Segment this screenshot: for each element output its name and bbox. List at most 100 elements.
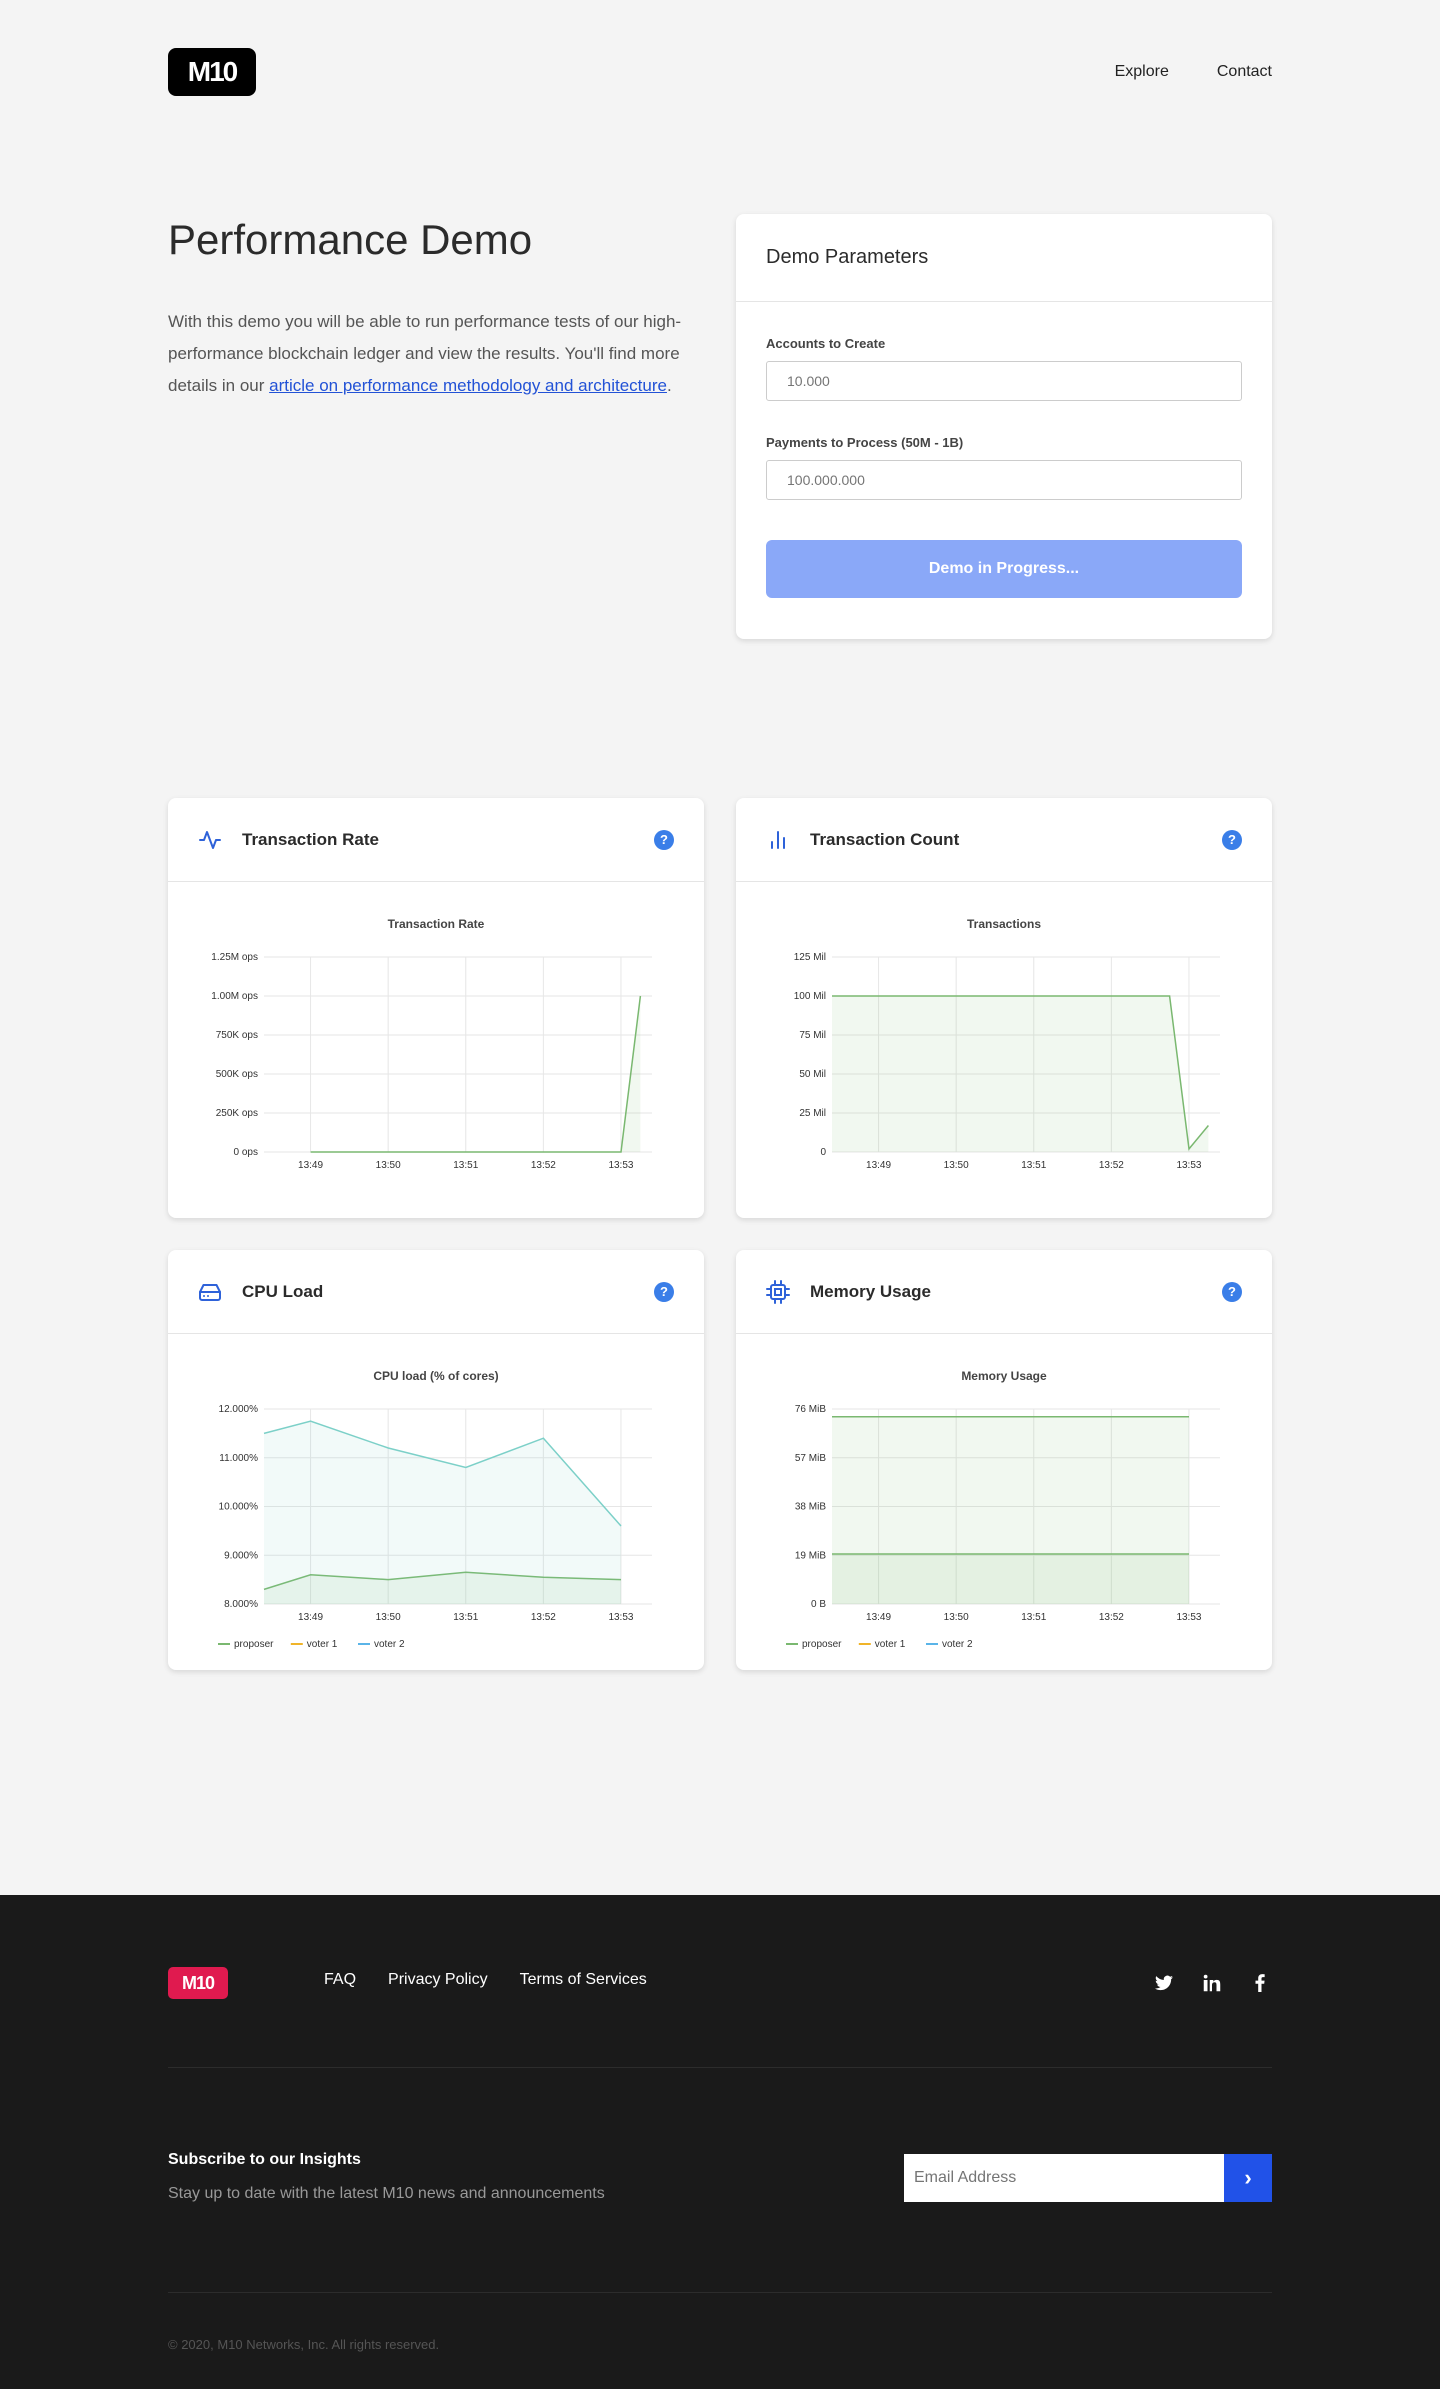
transaction-rate-card: Transaction Rate ? Transaction Rate 0 ops… <box>168 798 704 1218</box>
copyright-text: © 2020, M10 Networks, Inc. All rights re… <box>168 2337 440 2352</box>
m10-logo[interactable]: M10 <box>168 48 256 96</box>
y-tick-label: 11.000% <box>219 1453 258 1464</box>
transaction-rate-chart: Transaction Rate 0 ops 250K ops 500K ops 750… <box>211 917 652 1171</box>
linkedin-icon[interactable] <box>1200 1971 1224 1995</box>
y-tick-label: 750K ops <box>216 1030 258 1041</box>
transaction-count-card: Transaction Count ? Transactions 0 25 Mil 5… <box>736 798 1272 1218</box>
x-tick-label: 13:49 <box>298 1160 323 1171</box>
x-tick-label: 13:49 <box>866 1160 891 1171</box>
hero-description: With this demo you will be able to run p… <box>168 306 708 402</box>
accounts-label: Accounts to Create <box>766 336 886 351</box>
site-footer: M10 FAQ Privacy Policy Terms of Services… <box>0 1895 1440 2389</box>
footer-terms-link[interactable]: Terms of Services <box>520 1971 647 1989</box>
y-tick-label: 25 Mil <box>799 1108 826 1119</box>
x-tick-label: 13:50 <box>376 1612 401 1623</box>
social-links <box>1152 1971 1272 1995</box>
y-tick-label: 76 MiB <box>795 1404 826 1415</box>
x-tick-label: 13:53 <box>1176 1160 1201 1171</box>
x-tick-label: 13:53 <box>608 1612 633 1623</box>
legend-label: voter 2 <box>942 1639 973 1650</box>
legend-label: voter 1 <box>875 1639 906 1650</box>
y-tick-label: 1.25M ops <box>211 952 258 963</box>
help-icon[interactable]: ? <box>1222 829 1242 850</box>
y-tick-label: 50 Mil <box>799 1069 826 1080</box>
x-tick-label: 13:49 <box>298 1612 323 1623</box>
hard-drive-icon <box>198 1280 222 1304</box>
chart-title: Transaction Rate <box>388 917 485 931</box>
series-area <box>264 1421 621 1604</box>
legend-label: proposer <box>234 1639 274 1650</box>
y-tick-label: 19 MiB <box>795 1550 826 1561</box>
series-area <box>832 1554 1189 1604</box>
nav-explore-link[interactable]: Explore <box>1115 63 1169 81</box>
footer-links: FAQ Privacy Policy Terms of Services <box>324 1971 647 1989</box>
hero-text-after: . <box>666 376 672 395</box>
methodology-article-link[interactable]: article on performance methodology and a… <box>269 376 667 395</box>
legend-label: voter 1 <box>307 1639 338 1650</box>
demo-parameters-title: Demo Parameters <box>736 214 1272 302</box>
y-tick-label: 0 <box>820 1147 826 1158</box>
legend-label: voter 2 <box>374 1639 405 1650</box>
y-tick-label: 75 Mil <box>799 1030 826 1041</box>
footer-divider <box>168 2292 1272 2293</box>
help-icon[interactable]: ? <box>654 829 674 850</box>
x-tick-label: 13:51 <box>1021 1160 1046 1171</box>
email-input[interactable] <box>904 2154 1224 2202</box>
chart-title: Transactions <box>967 917 1041 931</box>
x-tick-label: 13:52 <box>531 1160 556 1171</box>
nav-contact-link[interactable]: Contact <box>1217 63 1272 81</box>
x-tick-label: 13:52 <box>531 1612 556 1623</box>
x-tick-label: 13:53 <box>1176 1612 1201 1623</box>
memory-usage-chart: Memory Usage 0 B 19 MiB 38 MiB 57 MiB 76 MiB 1… <box>786 1369 1220 1650</box>
chart-title: CPU load (% of cores) <box>373 1369 498 1383</box>
x-tick-label: 13:51 <box>453 1160 478 1171</box>
y-tick-label: 38 MiB <box>795 1502 826 1513</box>
transaction-count-chart: Transactions 0 25 Mil 50 Mil 75 Mil 100 Mil 12… <box>794 917 1220 1171</box>
x-tick-label: 13:52 <box>1099 1160 1124 1171</box>
x-tick-label: 13:52 <box>1099 1612 1124 1623</box>
y-tick-label: 0 ops <box>234 1147 258 1158</box>
help-icon[interactable]: ? <box>654 1281 674 1302</box>
y-tick-label: 1.00M ops <box>211 991 258 1002</box>
accounts-input[interactable] <box>766 361 1242 401</box>
card-title: Transaction Count <box>810 829 960 849</box>
footer-faq-link[interactable]: FAQ <box>324 1971 356 1989</box>
legend-label: proposer <box>802 1639 842 1650</box>
card-title: CPU Load <box>242 1281 324 1301</box>
footer-privacy-link[interactable]: Privacy Policy <box>388 1971 488 1989</box>
memory-usage-card: Memory Usage ? Memory Usage 0 B 19 MiB 38 M… <box>736 1250 1272 1670</box>
subscribe-text: Stay up to date with the latest M10 news… <box>168 2185 605 2202</box>
x-tick-label: 13:50 <box>376 1160 401 1171</box>
series-area <box>832 996 1209 1152</box>
y-tick-label: 57 MiB <box>795 1453 826 1464</box>
cpu-load-chart: CPU load (% of cores) 8.000% 9.000% 10.000%… <box>218 1369 652 1650</box>
x-tick-label: 13:50 <box>944 1160 969 1171</box>
x-tick-label: 13:49 <box>866 1612 891 1623</box>
y-tick-label: 0 B <box>811 1599 826 1610</box>
y-tick-label: 500K ops <box>216 1069 258 1080</box>
activity-icon <box>198 828 222 852</box>
x-tick-label: 13:50 <box>944 1612 969 1623</box>
x-tick-label: 13:53 <box>608 1160 633 1171</box>
x-tick-label: 13:51 <box>453 1612 478 1623</box>
y-tick-label: 125 Mil <box>794 952 826 963</box>
demo-in-progress-button[interactable]: Demo in Progress... <box>766 540 1242 598</box>
y-tick-label: 10.000% <box>219 1502 259 1513</box>
y-tick-label: 12.000% <box>219 1404 259 1415</box>
subscribe-submit-button[interactable]: › <box>1224 2154 1272 2202</box>
demo-parameters-panel: Demo Parameters Accounts to Create Payme… <box>736 214 1272 639</box>
y-tick-label: 250K ops <box>216 1108 258 1119</box>
payments-input[interactable] <box>766 460 1242 500</box>
bar-chart-icon <box>766 828 790 852</box>
twitter-icon[interactable] <box>1152 1971 1176 1995</box>
footer-m10-logo[interactable]: M10 <box>168 1967 228 1999</box>
y-tick-label: 100 Mil <box>794 991 826 1002</box>
main-nav: Explore Contact <box>1115 48 1272 96</box>
y-tick-label: 9.000% <box>224 1550 258 1561</box>
help-icon[interactable]: ? <box>1222 1281 1242 1302</box>
payments-label: Payments to Process (50M - 1B) <box>766 435 964 450</box>
y-tick-label: 8.000% <box>224 1599 258 1610</box>
subscribe-title: Subscribe to our Insights <box>168 2151 361 2168</box>
site-header: M10 Explore Contact <box>168 48 1272 96</box>
facebook-icon[interactable] <box>1248 1971 1272 1995</box>
